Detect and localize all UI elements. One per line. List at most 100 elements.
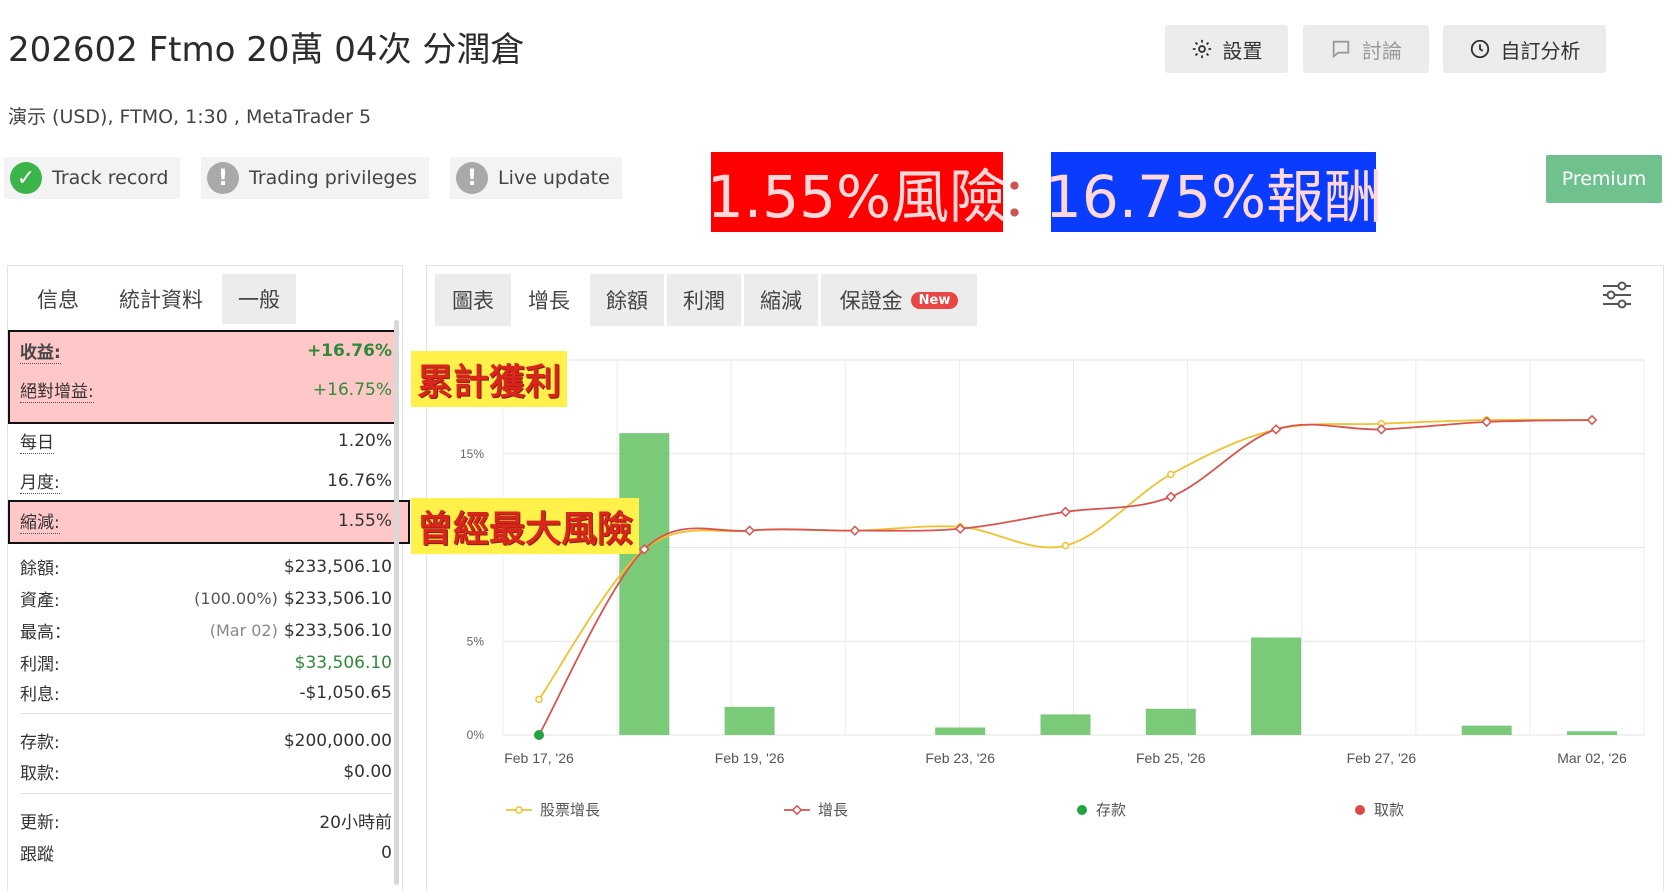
tab-balance[interactable]: 餘額: [590, 274, 664, 326]
stat-value: +16.76%: [306, 341, 392, 361]
stat-withdrawals: 取款: $0.00: [20, 759, 392, 785]
stat-value: $233,506.10: [283, 620, 392, 641]
stat-value: $233,506.10: [283, 556, 392, 577]
stat-label: 餘額:: [20, 559, 60, 579]
equity-growth-point: [535, 695, 543, 704]
stat-value: $233,506.10: [283, 588, 392, 609]
stat-equity: 資產: (100.00%) $233,506.10: [20, 586, 392, 612]
discuss-button-label: 討論: [1362, 38, 1402, 63]
premium-button[interactable]: Premium: [1546, 155, 1662, 203]
stat-label: 縮減:: [20, 508, 60, 534]
growth-point: [1165, 491, 1177, 503]
status-label: Track record: [52, 167, 169, 189]
x-tick-label: Feb 25, '26: [1136, 750, 1206, 766]
growth-point: [1060, 506, 1071, 518]
cumulative-profit-note: 累計獲利: [411, 351, 568, 407]
legend-marker: [1077, 805, 1087, 815]
growth-bar: [1461, 725, 1512, 735]
settings-button[interactable]: 設置: [1165, 25, 1288, 73]
stat-label: 存款:: [20, 733, 60, 753]
legend-marker: [515, 806, 523, 814]
stat-profit: 利潤: $33,506.10: [20, 650, 392, 676]
growth-point: [744, 525, 755, 536]
stat-label: 取款:: [20, 764, 60, 784]
stat-value: 20小時前: [319, 813, 392, 833]
stat-label: 月度:: [20, 468, 60, 494]
legend-marker: [1355, 805, 1365, 815]
stat-label: 最高：: [20, 623, 71, 643]
stat-absolute-gain: 絕對增益: +16.75%: [20, 377, 392, 403]
stat-label: 利息:: [20, 685, 60, 705]
legend-marker: [791, 804, 803, 816]
x-tick-label: Feb 17, '26: [504, 750, 574, 766]
stats-scrollbar[interactable]: [394, 320, 399, 885]
equity-growth-line: [538, 418, 1593, 700]
stat-balance: 餘額: $233,506.10: [20, 554, 392, 580]
stat-gain: 收益: +16.76%: [20, 338, 392, 364]
stat-interest: 利息: -$1,050.65: [20, 680, 392, 706]
legend-label: 股票增長: [540, 801, 600, 819]
page-title: 202602 Ftmo 20萬 04次 分潤倉: [8, 30, 525, 70]
growth-bar: [724, 706, 775, 735]
x-tick-label: Feb 27, '26: [1347, 750, 1417, 766]
stat-value: 0: [381, 842, 392, 863]
x-tick-label: Mar 02, '26: [1557, 750, 1627, 766]
custom-analysis-button-label: 自訂分析: [1500, 38, 1581, 63]
tab-chart[interactable]: 圖表: [435, 274, 511, 326]
discuss-button[interactable]: 討論: [1303, 25, 1429, 73]
risk-banner: 1.55%風險: [707, 152, 1007, 232]
gear-icon: [1192, 39, 1211, 59]
stat-value: $0.00: [343, 761, 392, 782]
x-tick-label: Feb 23, '26: [925, 750, 995, 766]
divider: [20, 793, 392, 794]
stat-daily: 每日 1.20%: [20, 428, 392, 454]
clock-icon: [1470, 39, 1489, 59]
equity-growth-point: [1167, 470, 1175, 479]
growth-bar: [1145, 708, 1196, 735]
status-track-record[interactable]: ✓ Track record: [4, 157, 181, 199]
growth-bar: [619, 433, 670, 735]
divider: [20, 713, 392, 714]
stat-note: (100.00%): [194, 588, 278, 608]
stat-value: 16.76%: [327, 471, 392, 491]
status-live-update[interactable]: ! Live update: [450, 157, 622, 199]
status-trading-privileges[interactable]: ! Trading privileges: [201, 157, 430, 199]
legend-label: 增長: [818, 801, 848, 819]
stat-value: 1.20%: [337, 431, 392, 451]
stat-value: 1.55%: [337, 511, 392, 531]
y-tick-label: 0%: [467, 728, 485, 742]
growth-bar: [1251, 637, 1302, 735]
y-tick-label: 5%: [467, 634, 485, 648]
legend-label: 取款: [1374, 801, 1404, 819]
growth-chart: 0%5%10%15%Feb 17, '26Feb 19, '26Feb 23, …: [460, 359, 1645, 819]
stat-updated: 更新: 20小時前: [20, 808, 392, 833]
stat-value: $33,506.10: [294, 652, 392, 673]
tab-info[interactable]: 信息: [16, 274, 100, 324]
tab-statistics[interactable]: 統計資料: [100, 274, 222, 324]
tab-margin[interactable]: 保證金 New: [821, 274, 977, 326]
stat-label: 利潤:: [20, 655, 60, 675]
growth-point: [1270, 424, 1282, 435]
custom-analysis-button[interactable]: 自訂分析: [1443, 25, 1606, 73]
comment-icon: [1332, 40, 1350, 59]
growth-point: [1586, 414, 1598, 426]
deposit-marker: [534, 730, 544, 740]
tab-drawdown[interactable]: 縮減: [744, 274, 818, 326]
tab-general[interactable]: 一般: [222, 274, 296, 324]
tab-profit[interactable]: 利潤: [667, 274, 741, 326]
equity-growth-point: [1061, 541, 1070, 550]
stat-highest: 最高： (Mar 02) $233,506.10: [20, 618, 392, 644]
max-risk-note: 曾經最大風險: [411, 498, 640, 554]
tab-growth[interactable]: 增長: [511, 274, 587, 326]
stat-note: (Mar 02): [209, 620, 278, 640]
check-icon: ✓: [10, 162, 42, 194]
stat-label: 跟蹤: [20, 845, 54, 865]
legend-label: 存款: [1096, 801, 1126, 819]
stat-value: -$1,050.65: [299, 682, 392, 703]
new-badge: New: [910, 291, 959, 309]
stat-value: +16.75%: [312, 380, 392, 400]
sliders-icon[interactable]: [1600, 278, 1634, 312]
stat-label: 絕對增益:: [20, 377, 94, 403]
stat-tracking: 跟蹤 0: [20, 840, 392, 866]
growth-point: [1376, 424, 1387, 435]
